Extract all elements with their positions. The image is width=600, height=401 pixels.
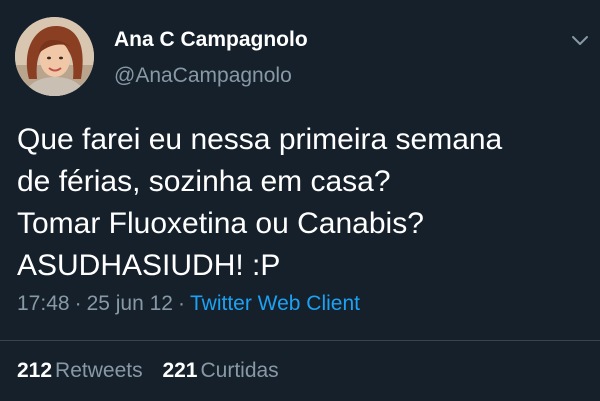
divider: [0, 340, 600, 341]
likes-count: 221: [162, 359, 198, 382]
user-handle[interactable]: @AnaCampagnolo: [114, 64, 292, 88]
tweet-date[interactable]: 25 jun 12: [87, 292, 173, 315]
tweet-text-line: de férias, sozinha em casa?: [17, 165, 391, 198]
engagement-stats: 212 Retweets 221 Curtidas: [17, 359, 293, 383]
tweet-metadata: 17:48 · 25 jun 12 · Twitter Web Client: [17, 292, 360, 316]
chevron-down-icon[interactable]: [568, 28, 592, 52]
tweet-text: Que farei eu nessa primeira semana de fé…: [17, 119, 587, 287]
retweets-stat[interactable]: 212 Retweets: [17, 359, 143, 382]
avatar-photo: [15, 17, 94, 96]
tweet-time[interactable]: 17:48: [17, 292, 70, 315]
likes-stat[interactable]: 221 Curtidas: [162, 359, 278, 382]
likes-label: Curtidas: [200, 359, 279, 382]
client-link[interactable]: Twitter Web Client: [190, 292, 360, 315]
display-name[interactable]: Ana C Campagnolo: [114, 28, 308, 52]
separator: ·: [74, 292, 82, 315]
separator: ·: [177, 292, 185, 315]
tweet-text-line: ASUDHASIUDH! :P: [17, 249, 281, 282]
avatar[interactable]: [15, 17, 94, 96]
retweets-count: 212: [17, 359, 53, 382]
retweets-label: Retweets: [55, 359, 143, 382]
tweet-text-line: Que farei eu nessa primeira semana: [17, 123, 503, 156]
tweet-text-line: Tomar Fluoxetina ou Canabis?: [17, 207, 424, 240]
